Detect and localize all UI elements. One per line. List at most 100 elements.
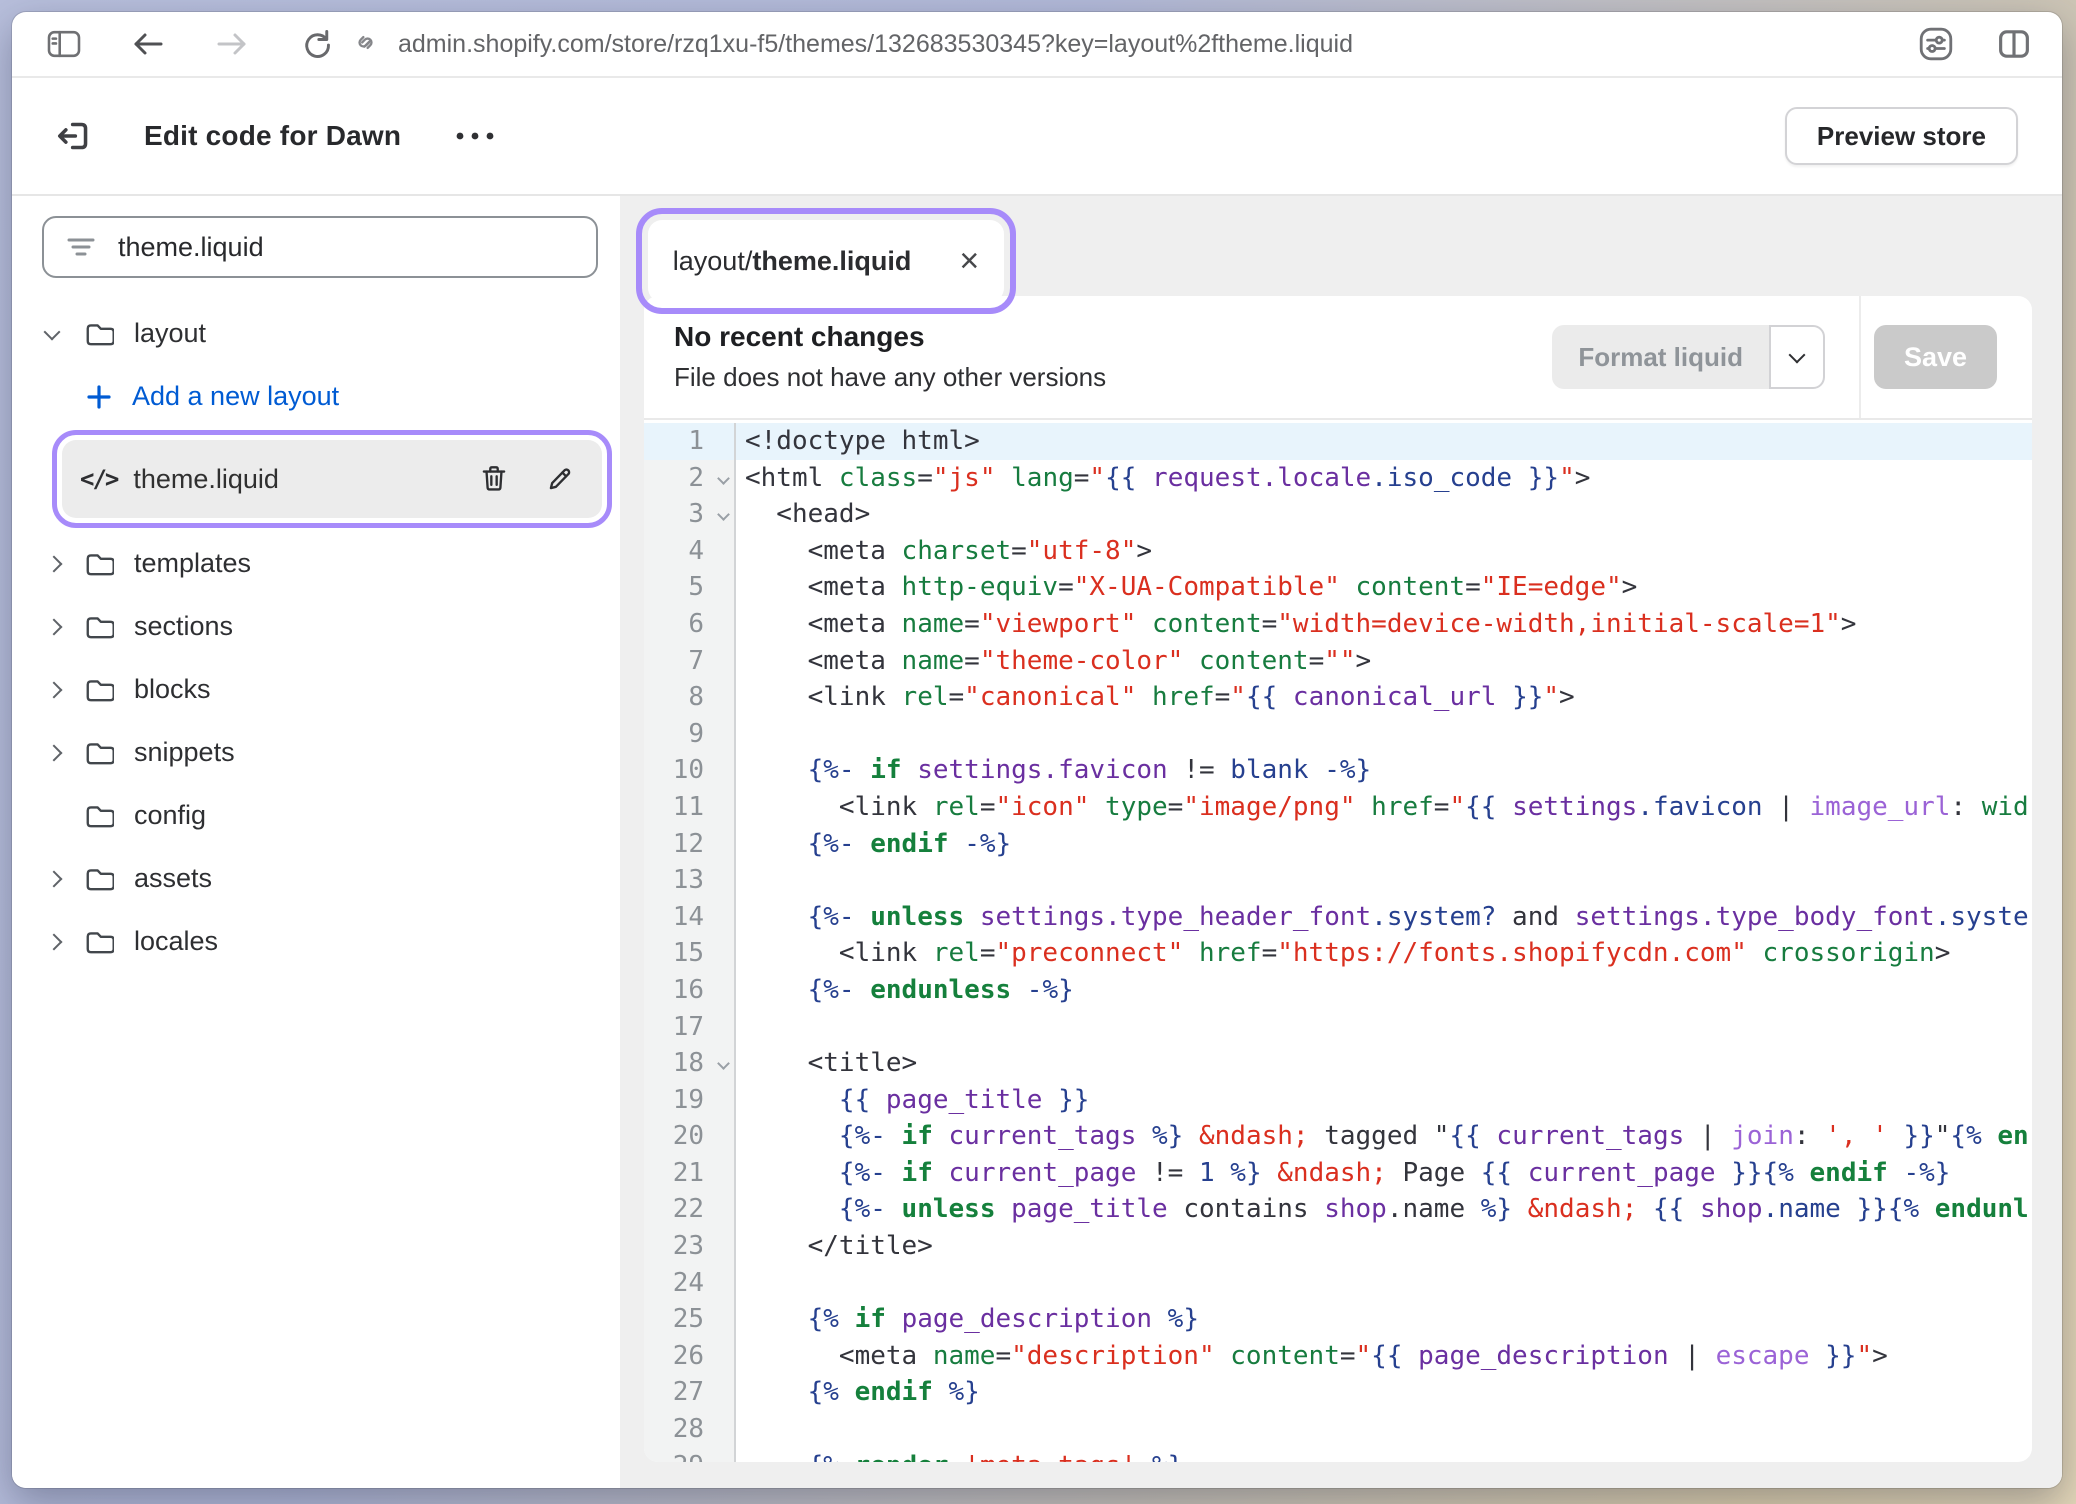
back-arrow-icon (131, 30, 165, 58)
code-line[interactable]: 27 {% endif %} (644, 1374, 2032, 1411)
sidebar-folder-layout[interactable]: layout (42, 302, 598, 365)
file-label: theme.liquid (133, 464, 279, 495)
sidebar-folder-config[interactable]: config (42, 784, 598, 847)
code-line[interactable]: 18 <title> (644, 1045, 2032, 1082)
line-number: 13 (644, 862, 736, 899)
code-line[interactable]: 28 (644, 1411, 2032, 1448)
back-button[interactable] (126, 22, 170, 66)
search-input[interactable] (118, 232, 574, 263)
line-number: 7 (644, 643, 736, 680)
line-number: 6 (644, 606, 736, 643)
sidebar-folder-templates[interactable]: templates (42, 532, 598, 595)
plus-icon (86, 384, 112, 410)
code-line[interactable]: 23 </title> (644, 1228, 2032, 1265)
preview-store-button[interactable]: Preview store (1785, 107, 2018, 165)
forward-button[interactable] (210, 22, 254, 66)
folder-label: sections (134, 611, 233, 642)
line-number: 1 (644, 423, 736, 460)
code-line[interactable]: 21 {%- if current_page != 1 %} &ndash; P… (644, 1155, 2032, 1192)
rename-file-button[interactable] (542, 461, 578, 497)
line-number: 25 (644, 1301, 736, 1338)
sidebar-folder-snippets[interactable]: snippets (42, 721, 598, 784)
code-line[interactable]: 2<html class="js" lang="{{ request.local… (644, 460, 2032, 497)
code-line[interactable]: 4 <meta charset="utf-8"> (644, 533, 2032, 570)
delete-file-button[interactable] (476, 461, 512, 497)
code-line-text: <!doctype html> (736, 423, 2032, 460)
more-actions-button[interactable] (453, 129, 497, 143)
code-line[interactable]: 19 {{ page_title }} (644, 1082, 2032, 1119)
address-bar[interactable]: admin.shopify.com/store/rzq1xu-f5/themes… (352, 12, 1353, 76)
sidebar-folder-sections[interactable]: sections (42, 595, 598, 658)
folder-icon (84, 319, 114, 349)
code-line[interactable]: 16 {%- endunless -%} (644, 972, 2032, 1009)
line-number: 2 (644, 460, 736, 497)
folder-label: locales (134, 926, 218, 957)
code-line[interactable]: 5 <meta http-equiv="X-UA-Compatible" con… (644, 569, 2032, 606)
line-number: 10 (644, 752, 736, 789)
code-line[interactable]: 14 {%- unless settings.type_header_font.… (644, 899, 2032, 936)
code-line[interactable]: 8 <link rel="canonical" href="{{ canonic… (644, 679, 2032, 716)
code-line[interactable]: 20 {%- if current_tags %} &ndash; tagged… (644, 1118, 2032, 1155)
chevron-right-icon (46, 555, 63, 572)
fold-chevron-icon[interactable] (717, 508, 730, 521)
format-liquid-button[interactable]: Format liquid (1552, 325, 1769, 389)
split-view-button[interactable] (1992, 22, 2036, 66)
code-line-text: {% endif %} (736, 1374, 2032, 1411)
code-line[interactable]: 12 {%- endif -%} (644, 826, 2032, 863)
reload-button[interactable] (294, 22, 338, 66)
folder-label: snippets (134, 737, 235, 768)
editor-area: layout/theme.liquid × No recent changes … (620, 196, 2062, 1488)
fold-chevron-icon[interactable] (717, 472, 730, 485)
code-line[interactable]: 11 <link rel="icon" type="image/png" hre… (644, 789, 2032, 826)
code-line[interactable]: 9 (644, 716, 2032, 753)
line-number: 19 (644, 1082, 736, 1119)
add-new-layout-link[interactable]: Add a new layout (42, 365, 598, 428)
code-line-text (736, 1009, 2032, 1046)
code-line[interactable]: 13 (644, 862, 2032, 899)
code-line[interactable]: 24 (644, 1265, 2032, 1302)
code-line[interactable]: 3 <head> (644, 496, 2032, 533)
code-line[interactable]: 29 {% render 'meta-tags' %} (644, 1448, 2032, 1462)
editor-card: No recent changes File does not have any… (644, 296, 2032, 1462)
app-header: Edit code for Dawn Preview store (12, 78, 2062, 196)
fold-chevron-icon[interactable] (717, 1057, 730, 1070)
line-number: 20 (644, 1118, 736, 1155)
code-line[interactable]: 6 <meta name="viewport" content="width=d… (644, 606, 2032, 643)
sidebar-file-theme-liquid[interactable]: </> theme.liquid (62, 440, 602, 518)
line-number: 28 (644, 1411, 736, 1448)
code-line[interactable]: 15 <link rel="preconnect" href="https://… (644, 935, 2032, 972)
code-line-text: {%- endif -%} (736, 826, 2032, 863)
save-button[interactable]: Save (1874, 325, 1997, 389)
code-editor[interactable]: 1<!doctype html>2<html class="js" lang="… (644, 420, 2032, 1462)
exit-editor-button[interactable] (54, 117, 94, 155)
sidebar-toggle-button[interactable] (42, 22, 86, 66)
code-line[interactable]: 26 <meta name="description" content="{{ … (644, 1338, 2032, 1375)
reader-settings-button[interactable] (1914, 22, 1958, 66)
code-line[interactable]: 22 {%- unless page_title contains shop.n… (644, 1191, 2032, 1228)
format-liquid-split-button: Format liquid (1552, 325, 1825, 389)
code-line[interactable]: 10 {%- if settings.favicon != blank -%} (644, 752, 2032, 789)
line-number: 29 (644, 1448, 736, 1462)
sidebar-folder-assets[interactable]: assets (42, 847, 598, 910)
browser-toolbar: admin.shopify.com/store/rzq1xu-f5/themes… (12, 12, 2062, 78)
code-line-text (736, 1265, 2032, 1302)
file-search-box[interactable] (42, 216, 598, 278)
sidebar-folder-blocks[interactable]: blocks (42, 658, 598, 721)
close-tab-icon[interactable]: × (959, 244, 979, 278)
code-line[interactable]: 17 (644, 1009, 2032, 1046)
line-number: 24 (644, 1265, 736, 1302)
code-line-text: {% render 'meta-tags' %} (736, 1448, 2032, 1462)
link-icon (352, 29, 382, 59)
sidebar-toggle-icon (46, 29, 82, 59)
line-number: 3 (644, 496, 736, 533)
code-line[interactable]: 1<!doctype html> (644, 423, 2032, 460)
line-number: 18 (644, 1045, 736, 1082)
tab-layout-theme-liquid[interactable]: layout/theme.liquid × (648, 220, 1004, 302)
exit-icon (54, 117, 94, 155)
sidebar-folder-locales[interactable]: locales (42, 910, 598, 973)
code-line[interactable]: 25 {% if page_description %} (644, 1301, 2032, 1338)
folder-label: config (134, 800, 206, 831)
format-options-button[interactable] (1769, 325, 1825, 389)
code-line-text: {%- unless page_title contains shop.name… (736, 1191, 2032, 1228)
code-line[interactable]: 7 <meta name="theme-color" content=""> (644, 643, 2032, 680)
